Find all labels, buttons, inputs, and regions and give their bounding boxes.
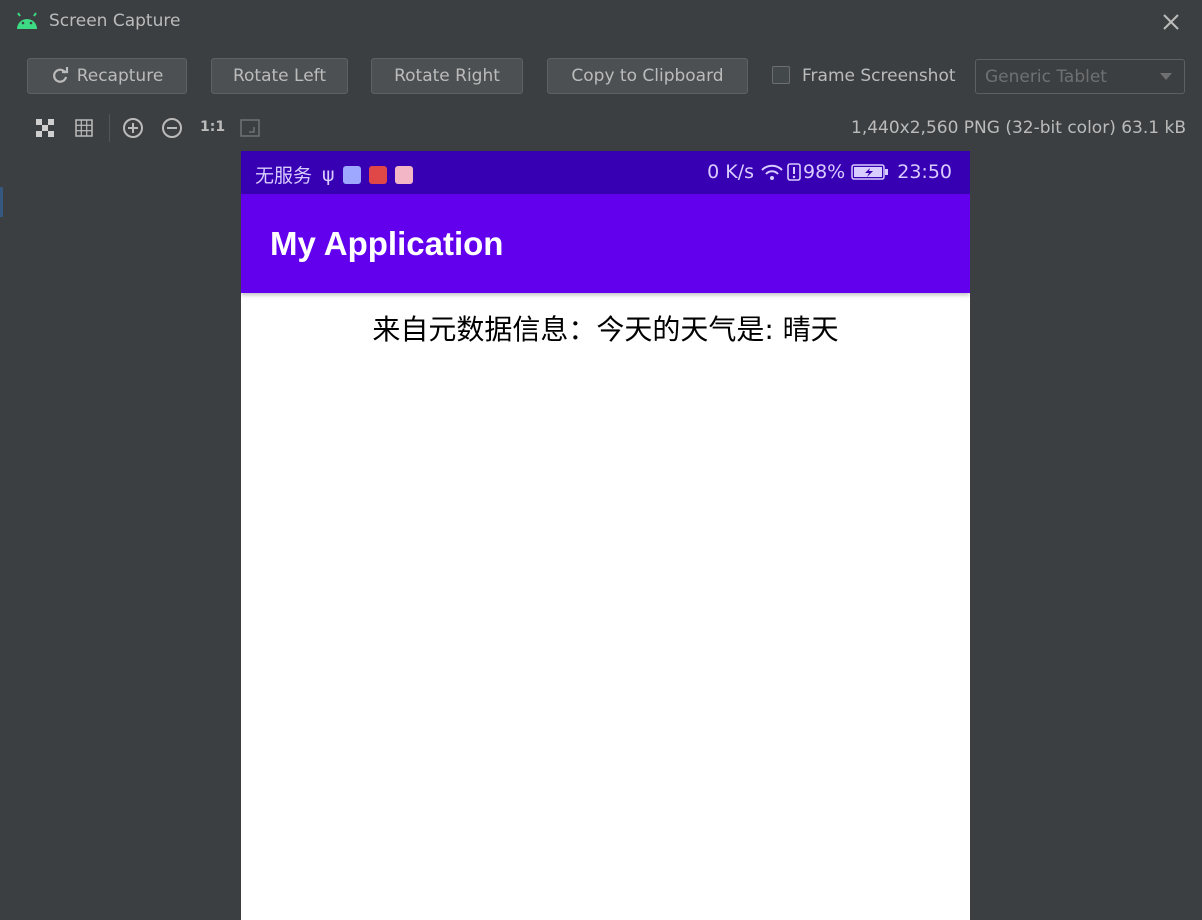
copy-label: Copy to Clipboard <box>571 66 724 86</box>
frame-screenshot-label[interactable]: Frame Screenshot <box>802 66 956 86</box>
grid-icon[interactable] <box>73 117 95 139</box>
recapture-button[interactable]: Recapture <box>27 58 187 94</box>
book-notification-icon <box>368 165 387 184</box>
battery-icon <box>851 164 889 180</box>
rotate-right-button[interactable]: Rotate Right <box>371 58 523 94</box>
close-icon[interactable] <box>1160 11 1182 33</box>
clock: 23:50 <box>897 161 952 183</box>
recapture-label: Recapture <box>76 66 164 86</box>
title-bar: Screen Capture <box>0 0 1202 44</box>
window-title: Screen Capture <box>49 11 181 31</box>
zoom-in-icon[interactable] <box>122 117 144 139</box>
rotate-left-button[interactable]: Rotate Left <box>211 58 348 94</box>
device-screenshot: 无服务 ψ 0 K/s 98% 23:50 My Application 来自元… <box>241 151 970 920</box>
status-left: 无服务 ψ <box>255 161 413 188</box>
checkerboard-icon[interactable] <box>34 117 56 139</box>
image-info: 1,440x2,560 PNG (32-bit color) 63.1 kB <box>851 118 1186 138</box>
network-speed: 0 K/s <box>707 161 754 183</box>
fit-screen-icon[interactable] <box>239 117 261 139</box>
frame-screenshot-checkbox[interactable] <box>772 66 790 84</box>
zoom-out-icon[interactable] <box>161 117 183 139</box>
chevron-down-icon <box>1160 73 1172 80</box>
copy-to-clipboard-button[interactable]: Copy to Clipboard <box>547 58 748 94</box>
location-notification-icon <box>394 165 413 184</box>
toolbar-separator <box>109 114 110 142</box>
app-notification-icon <box>342 165 361 184</box>
device-select-value: Generic Tablet <box>985 66 1107 87</box>
status-bar: 无服务 ψ 0 K/s 98% 23:50 <box>241 151 970 194</box>
actual-size-icon[interactable]: 1:1 <box>200 119 225 135</box>
device-frame-select: Generic Tablet <box>975 59 1185 94</box>
rotate-left-label: Rotate Left <box>232 66 327 86</box>
android-icon <box>17 12 37 29</box>
status-right: 0 K/s 98% 23:50 <box>707 161 952 183</box>
usb-icon: ψ <box>322 163 335 186</box>
refresh-icon <box>52 67 68 83</box>
sim-alert-icon <box>787 163 801 181</box>
rotate-right-label: Rotate Right <box>394 66 500 86</box>
left-edge-marker <box>0 187 3 217</box>
carrier-status: 无服务 <box>255 165 313 187</box>
app-bar: My Application <box>241 194 970 293</box>
wifi-icon <box>761 164 783 180</box>
weather-text: 来自元数据信息：今天的天气是: 晴天 <box>372 313 839 346</box>
battery-percent: 98% <box>803 161 846 183</box>
app-title: My Application <box>270 225 504 262</box>
